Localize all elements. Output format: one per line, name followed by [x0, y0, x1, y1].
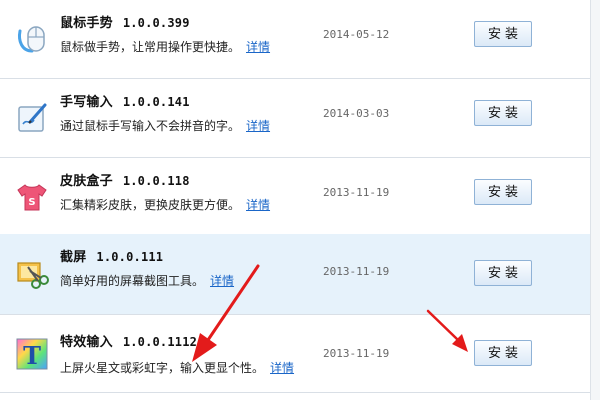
detail-link[interactable]: 详情: [246, 40, 270, 54]
install-button-special-input[interactable]: 安装: [474, 340, 532, 366]
plugin-title: 特效输入 1.0.0.1112: [60, 335, 198, 350]
svg-text:S: S: [28, 197, 35, 208]
screenshot-scissors-icon: [17, 262, 49, 289]
plugin-title: 皮肤盒子 1.0.0.118: [60, 174, 190, 189]
plugin-title: 手写输入 1.0.0.141: [60, 95, 190, 110]
plugin-date: 2013-11-19: [323, 265, 390, 278]
plugin-list: 鼠标手势 1.0.0.399 鼠标做手势，让常用操作更快捷。 详情 2014-05-…: [0, 0, 600, 401]
plugin-date: 2014-05-12: [323, 28, 390, 41]
plugin-row-handwriting: 手写输入 1.0.0.141 通过鼠标手写输入不会拼音的字。 详情 2014-03-…: [0, 79, 590, 158]
plugin-description: 简单好用的屏幕截图工具。 详情: [60, 274, 235, 288]
detail-link[interactable]: 详情: [246, 198, 270, 212]
detail-link[interactable]: 详情: [246, 119, 270, 133]
install-button-handwriting[interactable]: 安装: [474, 100, 532, 126]
plugin-row-skin-box: S 皮肤盒子 1.0.0.118 汇集精彩皮肤，更换皮肤更方便。 详情 2013-1…: [0, 158, 590, 237]
plugin-row-screenshot: 截屏 1.0.0.111 简单好用的屏幕截图工具。 详情 2013-11-19 安装: [0, 234, 590, 315]
plugin-row-mouse-gesture: 鼠标手势 1.0.0.399 鼠标做手势，让常用操作更快捷。 详情 2014-05-…: [0, 0, 590, 79]
install-button-screenshot[interactable]: 安装: [474, 260, 532, 286]
handwriting-pen-icon: [18, 103, 47, 132]
skin-shirt-icon: S: [17, 184, 47, 211]
plugin-description: 通过鼠标手写输入不会拼音的字。 详情: [60, 119, 271, 133]
plugin-date: 2013-11-19: [323, 186, 390, 199]
plugin-date: 2014-03-03: [323, 107, 390, 120]
install-button-skin-box[interactable]: 安装: [474, 179, 532, 205]
special-text-T-icon: T: [16, 338, 48, 370]
plugin-title: 截屏 1.0.0.111: [60, 250, 164, 265]
scrollbar-track[interactable]: [590, 0, 600, 400]
mouse-gesture-icon: [18, 26, 45, 53]
plugin-description: 上屏火星文或彩虹字，输入更显个性。 详情: [60, 361, 295, 375]
plugin-description: 汇集精彩皮肤，更换皮肤更方便。 详情: [60, 198, 271, 212]
plugin-title: 鼠标手势 1.0.0.399: [60, 16, 190, 31]
svg-text:T: T: [23, 341, 41, 370]
detail-link[interactable]: 详情: [210, 274, 234, 288]
install-button-mouse-gesture[interactable]: 安装: [474, 21, 532, 47]
plugin-row-special-input: T 特效输入 1.0.0.1112 上屏火星文或彩虹字，输入更显个性。 详情 201…: [0, 315, 590, 394]
detail-link[interactable]: 详情: [270, 361, 294, 375]
plugin-date: 2013-11-19: [323, 347, 390, 360]
plugin-description: 鼠标做手势，让常用操作更快捷。 详情: [60, 40, 271, 54]
